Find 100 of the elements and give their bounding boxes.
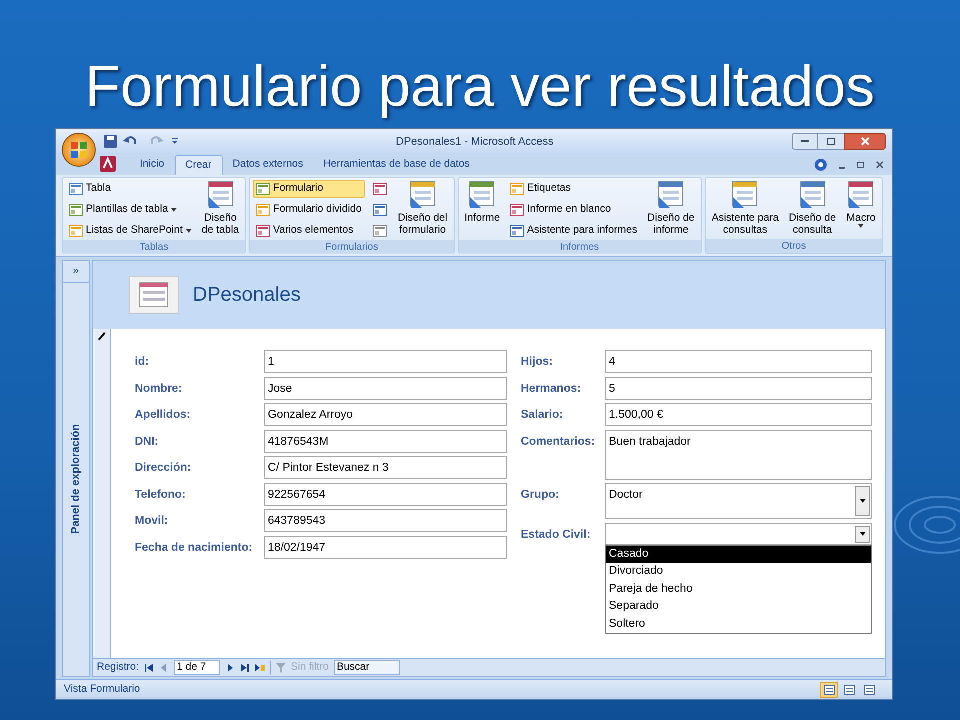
dropdown-button[interactable] bbox=[855, 486, 870, 516]
input-field[interactable]: 4 bbox=[605, 350, 872, 373]
ribbon-icon bbox=[69, 183, 83, 195]
field-label: Dirección: bbox=[135, 461, 192, 476]
ribbon-icon bbox=[256, 183, 270, 195]
office-logo-icon bbox=[70, 141, 88, 159]
ribbon-button[interactable]: Plantillas de tabla bbox=[66, 201, 195, 219]
next-record-icon bbox=[225, 664, 236, 672]
search-field[interactable]: Buscar bbox=[334, 660, 400, 675]
new-record-button[interactable] bbox=[255, 664, 266, 672]
input-field[interactable]: 643789543 bbox=[264, 509, 507, 532]
ribbon-button[interactable]: Listas de SharePoint bbox=[66, 222, 195, 240]
ribbon-button[interactable]: Tabla bbox=[66, 180, 195, 198]
input-field[interactable]: 18/02/1947 bbox=[264, 536, 507, 558]
ribbon-button[interactable]: Varios elementos bbox=[253, 222, 365, 240]
ribbon-large-button[interactable]: Macro bbox=[843, 178, 880, 239]
ribbon-tab[interactable]: Herramientas de base de datos bbox=[313, 155, 480, 175]
restore-icon[interactable] bbox=[857, 162, 864, 168]
design-icon bbox=[730, 180, 760, 210]
dropdown-option[interactable]: Pareja de hecho bbox=[606, 580, 871, 598]
field-label: Hijos: bbox=[521, 355, 554, 370]
group-label: Otros bbox=[706, 239, 882, 253]
ribbon-large-button[interactable]: Diseño de informe bbox=[644, 178, 698, 240]
help-icon[interactable] bbox=[815, 159, 827, 171]
ribbon-icon bbox=[510, 183, 524, 195]
field-label: id: bbox=[135, 355, 150, 370]
record-position-field[interactable]: 1 de 7 bbox=[174, 660, 220, 675]
field-label: Nombre: bbox=[135, 382, 184, 396]
field-label: Comentarios: bbox=[521, 434, 596, 450]
ribbon-icon bbox=[510, 204, 524, 216]
form-tool-button[interactable] bbox=[372, 180, 387, 197]
field-label: Telefono: bbox=[135, 488, 187, 502]
design-icon bbox=[798, 180, 828, 210]
save-icon[interactable] bbox=[104, 134, 117, 148]
dropdown-option[interactable]: Separado bbox=[606, 598, 871, 616]
field-label: Estado Civil: bbox=[521, 528, 592, 542]
memo-field[interactable]: Buen trabajador bbox=[605, 430, 872, 480]
dropdown-option[interactable]: Divorciado bbox=[606, 563, 871, 580]
combo-box[interactable]: Doctor bbox=[605, 483, 872, 519]
design-icon bbox=[846, 180, 876, 210]
slide-title: Formulario para ver resultados bbox=[84, 53, 876, 121]
form-tool-button[interactable] bbox=[372, 222, 387, 239]
group-label: Tablas bbox=[63, 240, 246, 254]
ribbon-large-button[interactable]: Asistente para consultas bbox=[708, 178, 782, 239]
field-label: Apellidos: bbox=[135, 408, 192, 423]
customize-icon[interactable] bbox=[171, 137, 179, 145]
navigation-pane-label: Panel de exploración bbox=[68, 424, 83, 535]
view-icon bbox=[844, 684, 854, 694]
ribbon-button[interactable]: Etiquetas bbox=[507, 180, 641, 198]
ribbon-button[interactable]: Asistente para informes bbox=[507, 222, 641, 240]
view-icon bbox=[824, 684, 834, 694]
group-label: Informes bbox=[458, 240, 701, 254]
input-field[interactable]: C/ Pintor Estevanez n 3 bbox=[264, 456, 507, 479]
form-tool-button[interactable] bbox=[372, 201, 387, 218]
dropdown-button[interactable] bbox=[855, 526, 870, 542]
office-button[interactable] bbox=[62, 133, 96, 167]
ribbon-tab[interactable]: Datos externos bbox=[222, 155, 314, 175]
ribbon-button[interactable]: Formulario bbox=[253, 180, 365, 198]
input-field[interactable]: 41876543M bbox=[264, 430, 507, 452]
expand-button[interactable]: » bbox=[63, 261, 89, 283]
caret-icon bbox=[860, 499, 866, 503]
ribbon-icon bbox=[256, 225, 270, 237]
first-record-button[interactable] bbox=[144, 664, 154, 672]
ribbon-large-button[interactable]: Informe bbox=[462, 178, 504, 240]
funnel-icon bbox=[276, 662, 288, 672]
pencil-icon bbox=[97, 331, 107, 341]
input-field[interactable]: 5 bbox=[605, 376, 872, 400]
close-button[interactable] bbox=[844, 132, 886, 150]
field-label: Hermanos: bbox=[521, 382, 582, 396]
ribbon-large-button[interactable]: Diseño de consulta bbox=[786, 178, 840, 239]
last-record-icon bbox=[240, 664, 250, 672]
input-field[interactable]: 1 bbox=[264, 350, 507, 373]
ribbon-large-button[interactable]: Diseño de tabla bbox=[198, 178, 242, 240]
design-icon bbox=[656, 180, 686, 210]
caret-icon bbox=[860, 532, 866, 536]
maximize-button[interactable] bbox=[818, 132, 844, 150]
ribbon-tab[interactable]: Inicio bbox=[130, 155, 175, 175]
ribbon-icon bbox=[69, 225, 83, 237]
input-field[interactable]: Jose bbox=[264, 376, 507, 400]
ribbon-button[interactable]: Formulario dividido bbox=[253, 201, 365, 219]
close-icon[interactable] bbox=[876, 161, 884, 169]
field-label: Movil: bbox=[135, 514, 170, 529]
status-text: Vista Formulario bbox=[64, 682, 140, 697]
ribbon-tab[interactable]: Crear bbox=[174, 155, 223, 175]
ribbon-large-button[interactable]: Diseño del formulario bbox=[394, 178, 451, 240]
ribbon-button[interactable]: Informe en blanco bbox=[507, 201, 641, 219]
ribbon-icon bbox=[372, 224, 387, 236]
input-field[interactable]: Gonzalez Arroyo bbox=[264, 403, 507, 426]
navigation-pane[interactable]: » Panel de exploración bbox=[62, 260, 90, 677]
input-field[interactable]: 1.500,00 € bbox=[605, 403, 872, 426]
last-record-button[interactable] bbox=[240, 664, 250, 672]
input-field[interactable]: 922567654 bbox=[264, 482, 507, 506]
dropdown-option[interactable]: Casado bbox=[606, 546, 871, 563]
view-button[interactable] bbox=[820, 682, 838, 698]
next-record-button[interactable] bbox=[225, 664, 236, 672]
dropdown-option[interactable]: Soltero bbox=[606, 616, 871, 633]
field-label: Salario: bbox=[521, 408, 564, 423]
minimize-button[interactable] bbox=[792, 132, 818, 150]
ribbon-icon bbox=[69, 204, 83, 216]
design-icon bbox=[467, 180, 498, 210]
